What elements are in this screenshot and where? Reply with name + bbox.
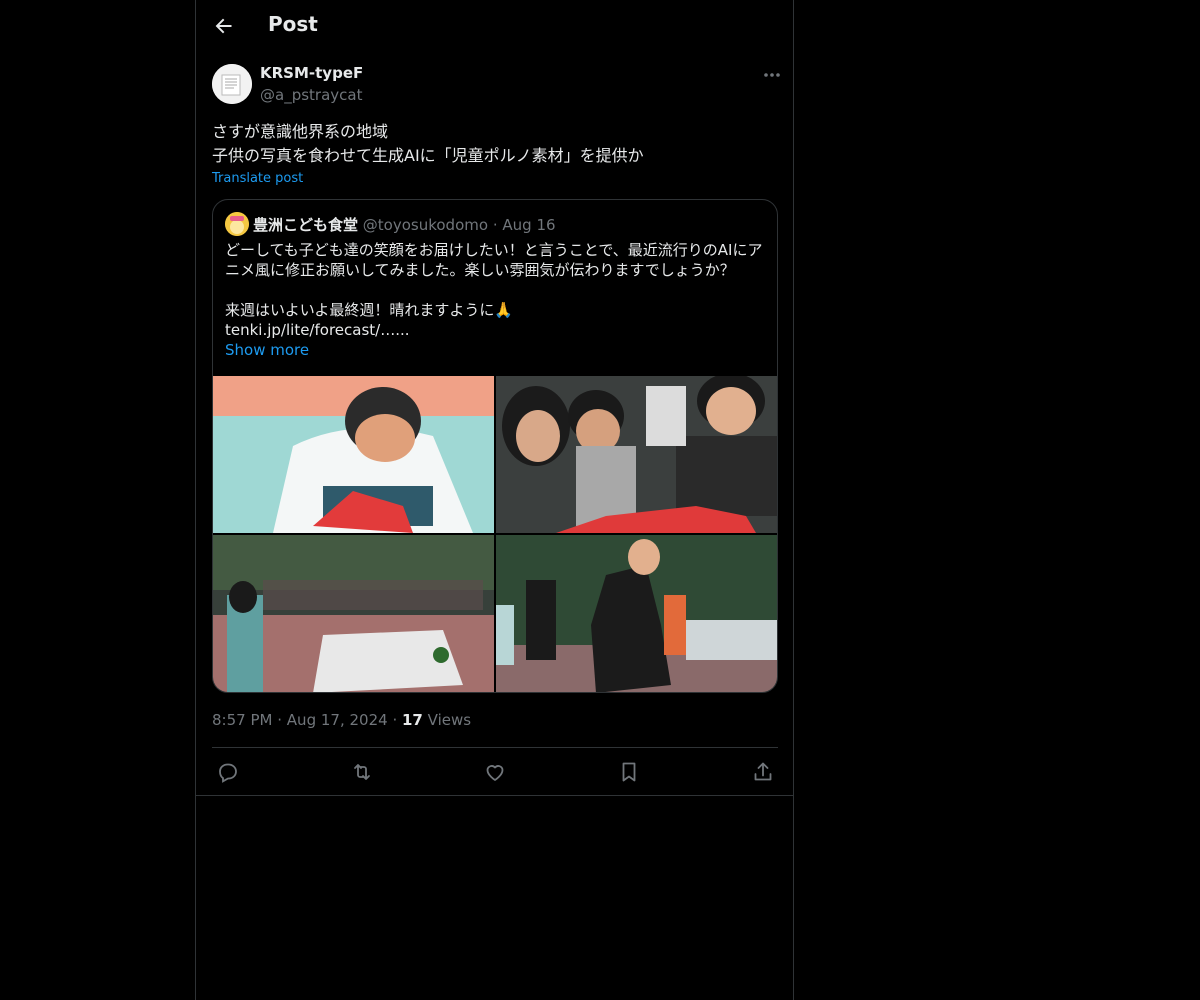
post-time[interactable]: 8:57 PM bbox=[212, 711, 272, 729]
show-more-link[interactable]: Show more bbox=[225, 341, 309, 359]
repost-icon[interactable] bbox=[350, 760, 374, 784]
back-arrow-icon[interactable] bbox=[212, 14, 236, 38]
share-icon[interactable] bbox=[751, 760, 775, 784]
media-image-4[interactable] bbox=[496, 535, 777, 692]
quote-text-line: 来週はいよいよ最終週！晴れますように🙏 bbox=[225, 301, 514, 319]
divider bbox=[212, 747, 778, 748]
quote-text-line: ニメ風に修正お願いしてみました。楽しい雰囲気が伝わりますでしょうか？ bbox=[225, 261, 735, 279]
reply-icon[interactable] bbox=[216, 760, 240, 784]
post-date[interactable]: Aug 17, 2024 bbox=[287, 711, 388, 729]
main-column: Post KRSM-typeF @a_pstraycat さすが意識他界系の地域… bbox=[195, 0, 794, 1000]
like-icon[interactable] bbox=[483, 760, 507, 784]
quote-avatar bbox=[225, 212, 249, 236]
quote-date: Aug 16 bbox=[502, 216, 556, 234]
top-bar: Post bbox=[196, 0, 794, 53]
post-metadata: 8:57 PM · Aug 17, 2024 · 17 Views bbox=[212, 711, 471, 729]
media-image-1[interactable] bbox=[213, 376, 494, 533]
quote-separator: · bbox=[492, 216, 498, 234]
author-name[interactable]: KRSM-typeF bbox=[260, 64, 363, 82]
media-image-2[interactable] bbox=[496, 376, 777, 533]
action-bar bbox=[212, 760, 778, 784]
post-text-line: さすが意識他界系の地域 bbox=[212, 122, 389, 141]
post-text: さすが意識他界系の地域 子供の写真を食わせて生成AIに「児童ポルノ素材」を提供か bbox=[212, 120, 644, 168]
quoted-post[interactable]: 豊洲こども食堂 @toyosukodomo · Aug 16 どーしても子ども達… bbox=[212, 199, 778, 693]
translate-post-link[interactable]: Translate post bbox=[212, 171, 303, 186]
author-handle[interactable]: @a_pstraycat bbox=[260, 86, 362, 104]
views-count: 17 bbox=[402, 711, 423, 729]
media-grid bbox=[213, 376, 777, 692]
quote-text-line: tenki.jp/lite/forecast/…... bbox=[225, 321, 410, 339]
views-label: Views bbox=[427, 711, 472, 729]
quote-author-handle: @toyosukodomo bbox=[362, 216, 489, 234]
quote-text: どーしても子ども達の笑顔をお届けしたい！と言うことで、最近流行りのAIにア ニメ… bbox=[225, 240, 765, 340]
meta-separator: · bbox=[277, 711, 283, 729]
divider bbox=[196, 795, 794, 796]
media-image-3[interactable] bbox=[213, 535, 494, 692]
quote-text-line bbox=[225, 280, 765, 300]
avatar[interactable] bbox=[212, 64, 252, 104]
more-options-icon[interactable] bbox=[760, 64, 784, 86]
quote-text-line: どーしても子ども達の笑顔をお届けしたい！と言うことで、最近流行りのAIにア bbox=[225, 241, 763, 259]
quote-author-name: 豊洲こども食堂 bbox=[253, 216, 359, 234]
page-title: Post bbox=[268, 12, 318, 36]
meta-separator: · bbox=[392, 711, 398, 729]
post-text-line: 子供の写真を食わせて生成AIに「児童ポルノ素材」を提供か bbox=[212, 146, 644, 165]
quote-header: 豊洲こども食堂 @toyosukodomo · Aug 16 bbox=[253, 214, 556, 235]
bookmark-icon[interactable] bbox=[617, 760, 641, 784]
